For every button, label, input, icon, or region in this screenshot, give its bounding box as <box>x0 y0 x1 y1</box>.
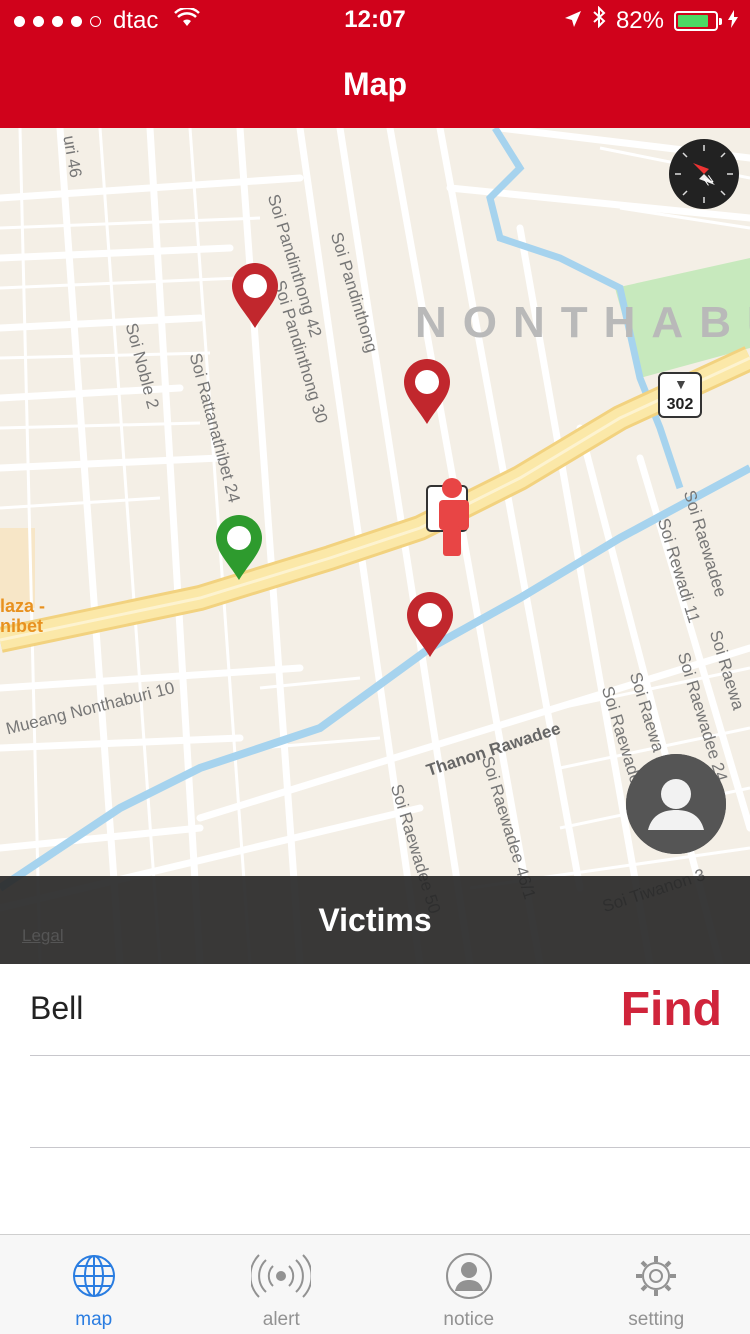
bluetooth-icon <box>592 5 606 35</box>
globe-icon <box>69 1251 119 1301</box>
tab-bar: map alert notice setting <box>0 1234 750 1334</box>
tab-label: map <box>75 1309 113 1330</box>
list-item[interactable] <box>30 1056 750 1148</box>
find-button[interactable]: Find <box>621 982 722 1037</box>
victims-title: Victims <box>318 902 432 938</box>
victim-pin-red[interactable] <box>405 591 455 664</box>
tab-map[interactable]: map <box>0 1235 188 1334</box>
map-view[interactable]: uri 46 Soi Pandinthong 42 Soi Pandinthon… <box>0 128 750 964</box>
victim-pin-red[interactable] <box>402 358 452 431</box>
poi-label-line: nibet <box>0 616 43 636</box>
victims-list: Bell Find <box>0 964 750 1234</box>
compass-icon[interactable]: N <box>669 139 739 209</box>
legal-link[interactable]: Legal <box>22 926 64 946</box>
poi-label-line: laza - <box>0 596 46 616</box>
status-bar: dtac 12:07 82% <box>0 0 750 40</box>
victims-header: Victims <box>0 876 750 964</box>
charging-bolt-icon <box>728 7 738 35</box>
status-right: 82% <box>564 5 738 35</box>
victim-name: Bell <box>30 990 84 1026</box>
battery-percent: 82% <box>615 6 664 34</box>
gear-icon <box>631 1251 681 1301</box>
tab-setting[interactable]: setting <box>563 1235 750 1334</box>
poi-label: laza - nibet <box>0 596 45 636</box>
page-title: Map <box>343 66 407 102</box>
broadcast-icon <box>249 1251 313 1301</box>
battery-level <box>678 14 708 27</box>
current-location-person-icon <box>425 478 475 563</box>
tab-label: notice <box>443 1309 495 1330</box>
district-label: NONTHABU <box>415 298 750 347</box>
list-item[interactable]: Bell Find <box>30 964 750 1056</box>
profile-avatar-button[interactable] <box>626 754 726 854</box>
tab-label: alert <box>262 1309 300 1330</box>
nav-bar: Map <box>0 40 750 128</box>
tab-label: setting <box>628 1309 685 1330</box>
rescuer-pin-green[interactable] <box>214 514 264 587</box>
victim-pin-red[interactable] <box>230 262 280 335</box>
route-shield: 302 <box>658 372 702 418</box>
location-arrow-icon <box>564 7 582 35</box>
battery-icon <box>674 10 722 31</box>
person-icon <box>444 1251 494 1301</box>
tab-notice[interactable]: notice <box>375 1235 563 1334</box>
tab-alert[interactable]: alert <box>188 1235 376 1334</box>
